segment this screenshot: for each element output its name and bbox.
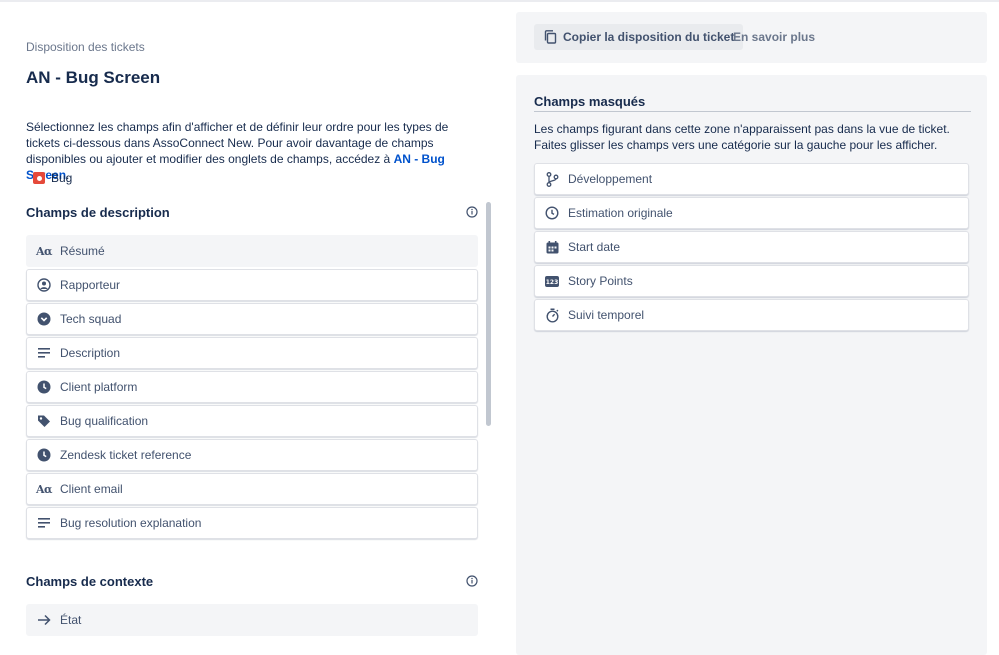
bug-icon: [33, 172, 45, 184]
field-bug-resolution-explanation[interactable]: Bug resolution explanation: [26, 507, 478, 539]
field-developpement[interactable]: Développement: [534, 163, 969, 195]
field-resume[interactable]: Aα Résumé: [26, 235, 478, 267]
field-start-date[interactable]: Start date: [534, 231, 969, 263]
field-label: Estimation originale: [568, 206, 673, 220]
field-estimation-originale[interactable]: Estimation originale: [534, 197, 969, 229]
divider: [534, 111, 971, 112]
hidden-fields-title: Champs masqués: [534, 94, 646, 109]
svg-text:123: 123: [546, 279, 559, 286]
field-label: Description: [60, 346, 121, 360]
field-story-points[interactable]: 123 Story Points: [534, 265, 969, 297]
field-label: Tech squad: [60, 312, 122, 326]
field-rapporteur[interactable]: Rapporteur: [26, 269, 478, 301]
description-section-title: Champs de description: [26, 205, 170, 220]
field-label: Rapporteur: [60, 278, 121, 292]
field-bug-qualification[interactable]: Bug qualification: [26, 405, 478, 437]
hidden-fields-panel: Champs masqués Les champs figurant dans …: [516, 75, 987, 655]
field-label: Suivi temporel: [568, 308, 645, 322]
field-client-email[interactable]: Aα Client email: [26, 473, 478, 505]
field-label: Bug qualification: [60, 414, 149, 428]
number-icon: 123: [544, 273, 560, 289]
stopwatch-icon: [544, 307, 560, 323]
info-icon[interactable]: [466, 206, 478, 218]
dropdown-icon: [36, 311, 52, 327]
user-icon: [36, 277, 52, 293]
layout-editor-left: Disposition des tickets AN - Bug Screen …: [0, 0, 500, 647]
issue-type: Bug: [33, 171, 72, 185]
calendar-icon: [544, 239, 560, 255]
field-tech-squad[interactable]: Tech squad: [26, 303, 478, 335]
copy-layout-button[interactable]: Copier la disposition du ticket: [534, 24, 744, 50]
copy-layout-label: Copier la disposition du ticket: [563, 30, 735, 44]
paragraph-icon: [36, 345, 52, 361]
field-label: Zendesk ticket reference: [60, 448, 192, 462]
hidden-fields-description: Les champs figurant dans cette zone n'ap…: [534, 122, 950, 152]
context-section-title: Champs de contexte: [26, 574, 154, 589]
text-icon: Aα: [36, 482, 53, 496]
clock-outline-icon: [544, 205, 560, 221]
scrollbar[interactable]: [486, 202, 491, 426]
intro-text: Sélectionnez les champs afin d'afficher …: [26, 119, 478, 183]
field-label: Résumé: [60, 244, 105, 258]
context-field-list: État: [26, 604, 478, 638]
field-label: Bug resolution explanation: [60, 516, 202, 530]
field-label: Développement: [568, 172, 653, 186]
hidden-field-list: Développement Estimation originale Start d…: [534, 163, 969, 333]
paragraph-icon: [36, 515, 52, 531]
field-etat[interactable]: État: [26, 604, 478, 636]
field-label: État: [60, 613, 82, 627]
label-icon: [36, 413, 52, 429]
intro-body: Sélectionnez les champs afin d'afficher …: [26, 120, 449, 166]
learn-more-link[interactable]: En savoir plus: [733, 30, 815, 44]
field-label: Start date: [568, 240, 621, 254]
breadcrumb[interactable]: Disposition des tickets: [26, 40, 145, 54]
field-label: Story Points: [568, 274, 633, 288]
field-label: Client platform: [60, 380, 138, 394]
field-description[interactable]: Description: [26, 337, 478, 369]
copy-icon: [544, 30, 557, 44]
branch-icon: [544, 171, 560, 187]
page-title: AN - Bug Screen: [26, 68, 161, 87]
description-field-list: Aα Résumé Rapporteur Tech squad Description C…: [26, 235, 478, 541]
toolbar: Copier la disposition du ticket En savoi…: [516, 12, 987, 63]
text-icon: Aα: [36, 244, 53, 258]
clock-icon: [36, 447, 52, 463]
issue-type-label: Bug: [51, 171, 73, 185]
field-zendesk-ticket-reference[interactable]: Zendesk ticket reference: [26, 439, 478, 471]
field-client-platform[interactable]: Client platform: [26, 371, 478, 403]
field-suivi-temporel[interactable]: Suivi temporel: [534, 299, 969, 331]
field-label: Client email: [60, 482, 123, 496]
arrow-right-icon: [36, 612, 52, 628]
info-icon[interactable]: [466, 575, 478, 587]
clock-icon: [36, 379, 52, 395]
